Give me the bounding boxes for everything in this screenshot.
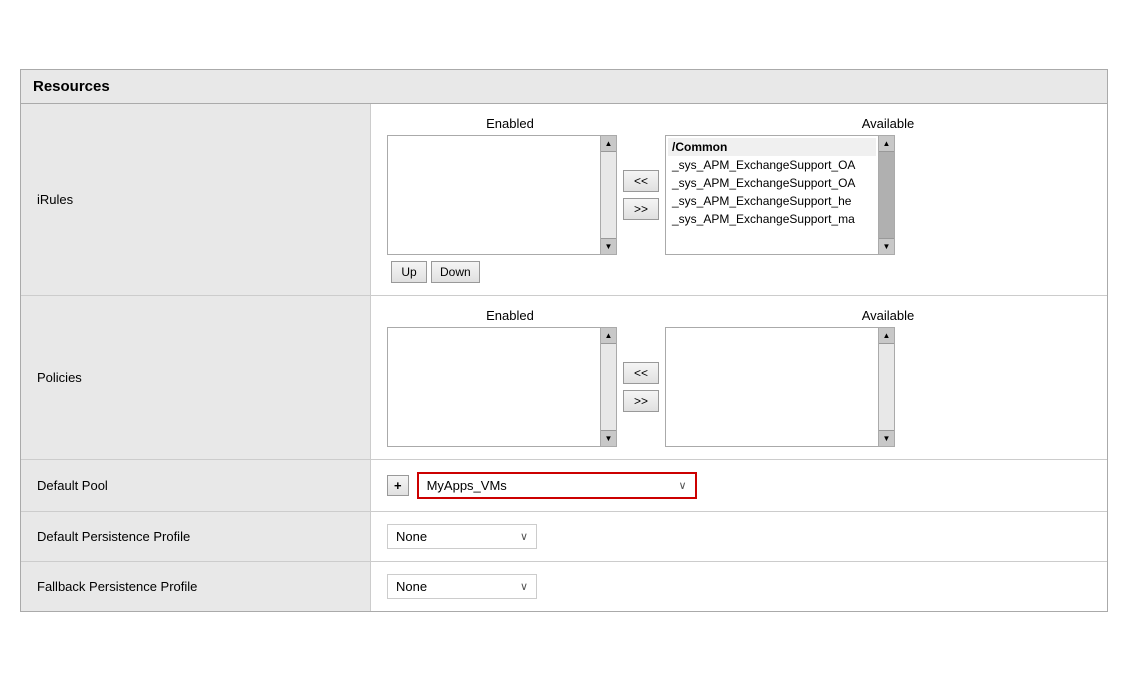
irules-content: Enabled Available ▲ ▼ << > [371, 104, 1107, 295]
fallback-persistence-chevron: ∨ [520, 580, 528, 593]
irules-col-headers: Enabled Available [387, 116, 1091, 131]
policies-enabled-scrollbar[interactable]: ▲ ▼ [600, 328, 616, 446]
irules-available-content: /Common _sys_APM_ExchangeSupport_OA _sys… [666, 136, 878, 254]
policies-enabled-header: Enabled [387, 308, 633, 323]
policies-transfer-buttons: << >> [623, 362, 659, 412]
irules-common-header: /Common [668, 138, 876, 156]
default-persistence-value: None [396, 529, 427, 544]
irules-item-4[interactable]: _sys_APM_ExchangeSupport_ma [668, 210, 876, 228]
fallback-persistence-value: None [396, 579, 427, 594]
irules-enabled-scrollbar[interactable]: ▲ ▼ [600, 136, 616, 254]
policies-label: Policies [21, 296, 371, 459]
policies-available-scroll-up[interactable]: ▲ [879, 328, 894, 344]
default-persistence-label: Default Persistence Profile [21, 512, 371, 561]
fallback-persistence-content: None ∨ [371, 562, 1107, 611]
policies-move-right-btn[interactable]: >> [623, 390, 659, 412]
pool-row-inner: + MyApps_VMs ∨ [387, 472, 697, 499]
irules-item-2[interactable]: _sys_APM_ExchangeSupport_OA [668, 174, 876, 192]
default-persistence-chevron: ∨ [520, 530, 528, 543]
policies-available-scroll-track [879, 344, 894, 430]
irules-available-scroll-track [879, 152, 894, 238]
irules-down-btn[interactable]: Down [431, 261, 480, 283]
default-pool-dropdown[interactable]: MyApps_VMs ∨ [417, 472, 697, 499]
default-pool-add-btn[interactable]: + [387, 475, 409, 496]
irules-available-header: Available [685, 116, 1091, 131]
policies-enabled-listbox[interactable]: ▲ ▼ [387, 327, 617, 447]
policies-available-scroll-down[interactable]: ▼ [879, 430, 894, 446]
default-persistence-content: None ∨ [371, 512, 1107, 561]
policies-enabled-scroll-down[interactable]: ▼ [601, 430, 616, 446]
irules-item-3[interactable]: _sys_APM_ExchangeSupport_he [668, 192, 876, 210]
irules-available-scroll-up[interactable]: ▲ [879, 136, 894, 152]
irules-enabled-scroll-up[interactable]: ▲ [601, 136, 616, 152]
policies-enabled-scroll-track [601, 344, 616, 430]
policies-row: Policies Enabled Available ▲ ▼ [21, 296, 1107, 460]
default-persistence-row: Default Persistence Profile None ∨ [21, 512, 1107, 562]
irules-move-right-btn[interactable]: >> [623, 198, 659, 220]
irules-enabled-header: Enabled [387, 116, 633, 131]
irules-transfer-buttons: << >> [623, 170, 659, 220]
irules-available-listbox[interactable]: /Common _sys_APM_ExchangeSupport_OA _sys… [665, 135, 895, 255]
irules-up-btn[interactable]: Up [391, 261, 427, 283]
irules-enabled-listbox[interactable]: ▲ ▼ [387, 135, 617, 255]
fallback-persistence-dropdown[interactable]: None ∨ [387, 574, 537, 599]
policies-col-headers: Enabled Available [387, 308, 1091, 323]
section-title: Resources [21, 70, 1107, 104]
policies-available-listbox[interactable]: ▲ ▼ [665, 327, 895, 447]
policies-available-header: Available [685, 308, 1091, 323]
irules-enabled-scroll-down[interactable]: ▼ [601, 238, 616, 254]
irules-updown-buttons: Up Down [391, 261, 1091, 283]
policies-enabled-scroll-up[interactable]: ▲ [601, 328, 616, 344]
default-persistence-dropdown[interactable]: None ∨ [387, 524, 537, 549]
default-pool-content: + MyApps_VMs ∨ [371, 460, 1107, 511]
irules-move-left-btn[interactable]: << [623, 170, 659, 192]
default-pool-chevron: ∨ [679, 479, 687, 492]
policies-available-scrollbar[interactable]: ▲ ▼ [878, 328, 894, 446]
resources-panel: Resources iRules Enabled Available ▲ ▼ [20, 69, 1108, 612]
policies-content: Enabled Available ▲ ▼ << > [371, 296, 1107, 459]
irules-available-scroll-down[interactable]: ▼ [879, 238, 894, 254]
policies-listboxes: ▲ ▼ << >> ▲ ▼ [387, 327, 1091, 447]
irules-item-1[interactable]: _sys_APM_ExchangeSupport_OA [668, 156, 876, 174]
policies-move-left-btn[interactable]: << [623, 362, 659, 384]
irules-label: iRules [21, 104, 371, 295]
irules-available-scrollbar[interactable]: ▲ ▼ [878, 136, 894, 254]
irules-listboxes: ▲ ▼ << >> /Common _sys_APM_ExchangeSuppo… [387, 135, 1091, 255]
default-pool-row: Default Pool + MyApps_VMs ∨ [21, 460, 1107, 512]
fallback-persistence-row: Fallback Persistence Profile None ∨ [21, 562, 1107, 611]
default-pool-value: MyApps_VMs [427, 478, 507, 493]
irules-row: iRules Enabled Available ▲ ▼ [21, 104, 1107, 296]
fallback-persistence-label: Fallback Persistence Profile [21, 562, 371, 611]
default-pool-label: Default Pool [21, 460, 371, 511]
irules-enabled-scroll-track [601, 152, 616, 238]
